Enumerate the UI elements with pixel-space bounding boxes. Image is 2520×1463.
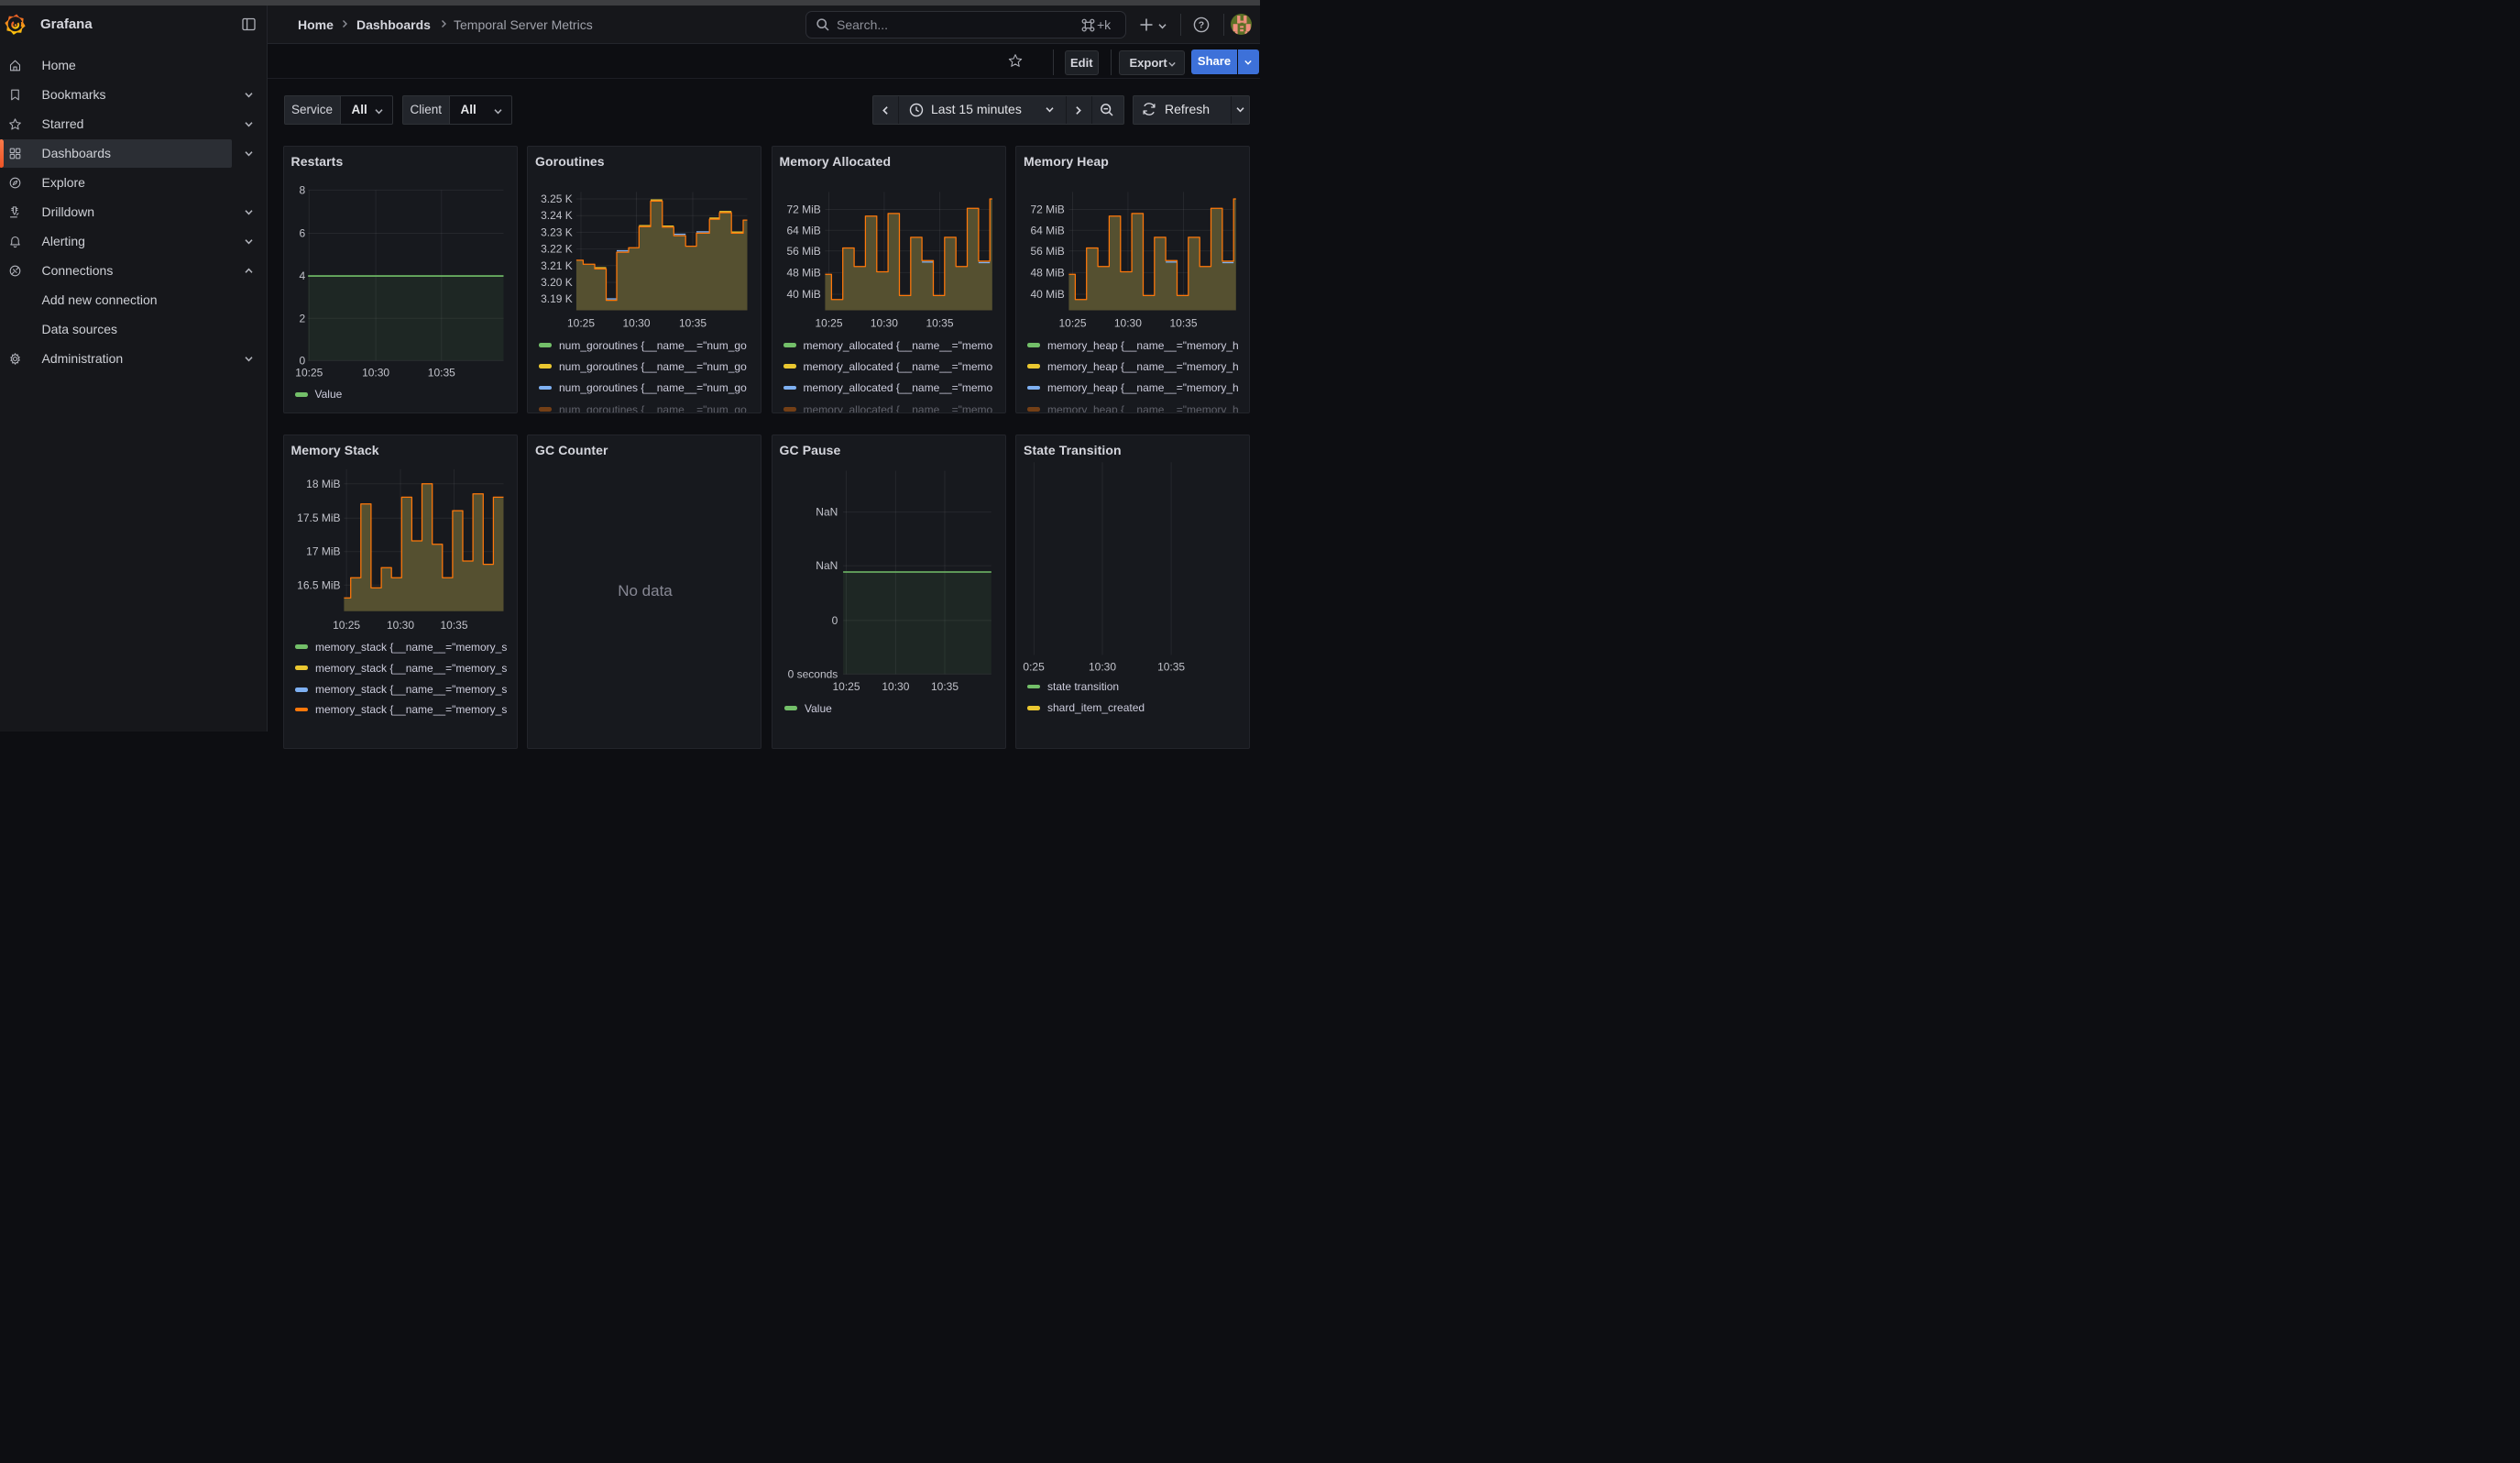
svg-text:?: ? [1199,20,1204,31]
svg-text:0 seconds: 0 seconds [787,667,838,680]
svg-text:56 MiB: 56 MiB [1030,244,1064,257]
svg-text:8: 8 [299,183,305,196]
svg-text:10:25: 10:25 [333,619,360,632]
svg-text:10:35: 10:35 [427,366,455,379]
svg-text:3.24 K: 3.24 K [541,209,573,222]
svg-text:10:25: 10:25 [567,316,595,329]
svg-text:0: 0 [831,613,838,626]
svg-text:0:25: 0:25 [1023,660,1045,673]
svg-text:10:30: 10:30 [882,679,909,692]
svg-text:10:30: 10:30 [622,316,650,329]
svg-text:10:25: 10:25 [815,316,842,329]
svg-text:56 MiB: 56 MiB [786,244,820,257]
svg-text:10:35: 10:35 [926,316,953,329]
svg-text:10:35: 10:35 [930,679,958,692]
svg-text:72 MiB: 72 MiB [1030,203,1064,215]
svg-text:10:25: 10:25 [832,679,860,692]
svg-text:3.21 K: 3.21 K [541,258,573,271]
svg-text:48 MiB: 48 MiB [786,266,820,279]
svg-text:40 MiB: 40 MiB [786,288,820,301]
svg-text:3.25 K: 3.25 K [541,192,573,205]
svg-text:6: 6 [299,226,305,239]
svg-text:NaN: NaN [816,559,838,572]
svg-text:3.23 K: 3.23 K [541,226,573,238]
svg-text:10:30: 10:30 [362,366,389,379]
svg-text:10:30: 10:30 [1114,316,1142,329]
svg-text:10:35: 10:35 [1169,316,1197,329]
svg-text:10:35: 10:35 [679,316,707,329]
svg-text:17.5 MiB: 17.5 MiB [297,512,340,524]
svg-text:64 MiB: 64 MiB [1030,224,1064,236]
svg-text:10:30: 10:30 [870,316,897,329]
svg-text:10:35: 10:35 [440,619,467,632]
svg-text:10:25: 10:25 [295,366,323,379]
svg-text:16.5 MiB: 16.5 MiB [297,578,340,591]
svg-text:48 MiB: 48 MiB [1030,266,1064,279]
svg-text:4: 4 [299,270,305,282]
svg-text:10:25: 10:25 [1058,316,1086,329]
svg-text:10:30: 10:30 [1089,660,1116,673]
svg-text:18 MiB: 18 MiB [306,477,340,490]
svg-text:64 MiB: 64 MiB [786,224,820,236]
svg-text:2: 2 [299,312,305,324]
svg-text:3.19 K: 3.19 K [541,292,573,305]
svg-text:72 MiB: 72 MiB [786,203,820,215]
svg-text:40 MiB: 40 MiB [1030,288,1064,301]
svg-text:NaN: NaN [816,505,838,518]
svg-text:10:35: 10:35 [1157,660,1185,673]
svg-text:17 MiB: 17 MiB [306,544,340,557]
svg-text:3.22 K: 3.22 K [541,242,573,255]
svg-text:0: 0 [299,354,305,367]
svg-text:10:30: 10:30 [386,619,413,632]
svg-text:3.20 K: 3.20 K [541,276,573,289]
